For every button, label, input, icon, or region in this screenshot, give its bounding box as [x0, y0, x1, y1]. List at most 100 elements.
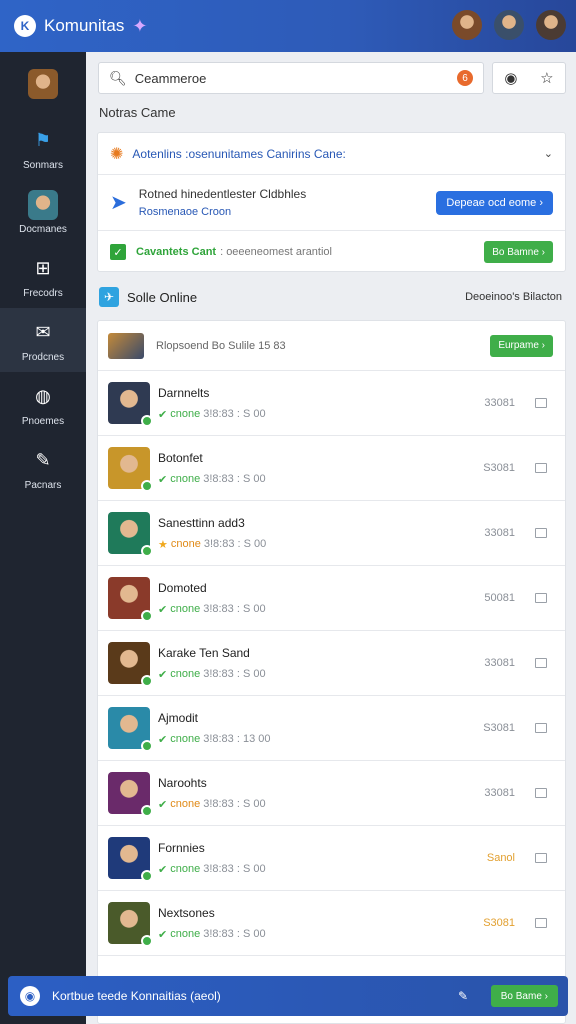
sidebar-item-docmanes[interactable]: Docmanes: [0, 180, 86, 244]
user-icon[interactable]: ◉: [20, 986, 40, 1006]
game-meta-label: cnone: [170, 928, 201, 940]
online-header: ✈ Solle Online Deoeinoo's Bilacton: [99, 286, 564, 308]
table-row[interactable]: Ajmodit ✔ cnone 3!8:83 : 13 00 S3081: [98, 696, 565, 761]
list-top-text: Rlopsoend Bo Sulile 15 83: [156, 339, 286, 352]
avatar: [28, 189, 58, 220]
row-checkbox[interactable]: [535, 463, 547, 473]
row-checkbox[interactable]: [535, 788, 547, 798]
game-meta: ✔ cnone 3!8:83 : S 00: [158, 798, 266, 811]
table-row[interactable]: Domoted ✔ cnone 3!8:83 : S 00 50081: [98, 566, 565, 631]
online-filter-link[interactable]: Deoeinoo's Bilacton: [465, 291, 562, 303]
tool-icon[interactable]: ✎: [458, 989, 468, 1003]
online-status-icon: [141, 545, 153, 557]
game-meta-text: 3!8:83 : S 00: [203, 863, 266, 875]
sidebar: ⚑ Sonmars Docmanes ⊞ Frecodrs ✉ Prodcnes ◍ Pnoem…: [0, 52, 86, 1024]
game-thumbnail: [108, 837, 153, 882]
sparkle-icon: ✦: [132, 15, 148, 36]
game-meta: ✔ cnone 3!8:83 : S 00: [158, 603, 266, 616]
table-row[interactable]: Sanesttinn add3 ★ cnone 3!8:83 : S 00 33081: [98, 501, 565, 566]
status-strong: Cavantets Cant: [136, 246, 217, 258]
table-row[interactable]: Botonfet ✔ cnone 3!8:83 : S 00 S3081: [98, 436, 565, 501]
row-checkbox[interactable]: [535, 658, 547, 668]
update-title: Rotned hinedentlester Cldbhles: [138, 187, 307, 201]
game-name: Sanesttinn add3: [158, 515, 245, 530]
game-name: Nextsones: [158, 905, 215, 920]
online-status-icon: [141, 740, 153, 752]
inbox-icon: ✉: [35, 322, 51, 342]
sidebar-item-prodcnes[interactable]: ✉ Prodcnes: [0, 308, 86, 372]
game-name: Ajmodit: [158, 710, 199, 725]
online-status-icon: [141, 805, 153, 817]
thumbnail-avatar: [108, 332, 144, 359]
search-bar[interactable]: 🔍︎ 6: [98, 62, 484, 94]
avatar[interactable]: [452, 10, 482, 40]
toolbar: ◉ ☆: [492, 62, 566, 94]
sidebar-item-label: Sonmars: [22, 159, 63, 171]
sidebar-item-pacnars[interactable]: ✎ Pacnars: [0, 436, 86, 500]
game-meta-text: 3!8:83 : S 00: [203, 668, 266, 680]
online-status-icon: [141, 415, 153, 427]
game-meta-label: cnone: [170, 863, 201, 875]
row-checkbox[interactable]: [535, 723, 547, 733]
star-icon[interactable]: ☆: [540, 69, 553, 87]
row-checkbox[interactable]: [535, 398, 547, 408]
game-meta-text: 3!8:83 : S 00: [203, 538, 267, 550]
check-icon: ✔: [158, 928, 168, 941]
game-meta-text: 3!8:83 : S 00: [203, 928, 266, 940]
list-top-button[interactable]: Eurpame ›: [490, 334, 553, 357]
row-checkbox[interactable]: [535, 528, 547, 538]
row-checkbox[interactable]: [535, 593, 547, 603]
check-icon: ✔: [158, 408, 168, 421]
avatar[interactable]: [536, 10, 566, 40]
check-icon: ✔: [158, 863, 168, 876]
game-score: S3081: [483, 462, 515, 474]
chevron-down-icon[interactable]: ⌄: [544, 147, 553, 160]
notice-row-status: ✓ Cavantets Cant : oeeeneomest arantiol …: [98, 231, 565, 273]
game-score: 33081: [484, 397, 515, 409]
game-meta: ✔ cnone 3!8:83 : S 00: [158, 928, 266, 941]
bottom-bar: ◉ Kortbue teede Konnaitias (aeol) ✎ Bo B…: [8, 976, 568, 1016]
tool-icon: ✎: [35, 450, 51, 470]
table-row[interactable]: Fornnies ✔ cnone 3!8:83 : S 00 Sanol: [98, 826, 565, 891]
game-meta-label: cnone: [170, 733, 201, 745]
notice-row-announcement[interactable]: ✺ Aotenlins :osenunitames Canirins Cane:…: [98, 133, 565, 175]
sidebar-item-pnoemes[interactable]: ◍ Pnoemes: [0, 372, 86, 436]
check-icon: ✔: [158, 473, 168, 486]
notification-icon[interactable]: 6: [457, 70, 473, 86]
bottom-bar-button[interactable]: Bo Bame ›: [490, 985, 558, 1007]
table-row[interactable]: Naroohts ✔ cnone 3!8:83 : S 00 33081: [98, 761, 565, 826]
game-meta: ✔ cnone 3!8:83 : S 00: [158, 408, 266, 421]
table-row[interactable]: Nextsones ✔ cnone 3!8:83 : S 00 S3081: [98, 891, 565, 956]
table-row[interactable]: Karake Ten Sand ✔ cnone 3!8:83 : S 00 33081: [98, 631, 565, 696]
game-meta-label: cnone: [170, 538, 201, 550]
game-thumbnail: [108, 902, 153, 947]
online-icon: ✈: [99, 287, 119, 307]
settings-icon[interactable]: ◉: [504, 69, 517, 87]
sidebar-item-frecodrs[interactable]: ⊞ Frecodrs: [0, 244, 86, 308]
game-thumbnail: [108, 382, 153, 427]
sidebar-item-label: Pnoemes: [21, 415, 65, 427]
update-button[interactable]: Depeae ocd eome ›: [436, 190, 553, 215]
row-checkbox[interactable]: [535, 853, 547, 863]
game-meta-text: 3!8:83 : S 00: [203, 603, 266, 615]
status-button[interactable]: Bo Bamne ›: [484, 241, 553, 263]
game-name: Fornnies: [158, 840, 205, 855]
list-top-row: Rlopsoend Bo Sulile 15 83 Eurpame ›: [98, 321, 565, 371]
brand-logo-icon[interactable]: K: [14, 15, 36, 37]
avatar[interactable]: [494, 10, 524, 40]
table-row[interactable]: Darnnelts ✔ cnone 3!8:83 : S 00 33081: [98, 371, 565, 436]
game-score: Sanol: [486, 852, 515, 864]
game-meta-text: 3!8:83 : S 00: [203, 473, 266, 485]
sidebar-item-label: Prodcnes: [21, 351, 65, 363]
game-name: Darnnelts: [158, 385, 210, 400]
sidebar-item-profile[interactable]: [0, 52, 86, 116]
row-checkbox[interactable]: [535, 918, 547, 928]
game-thumbnail: [108, 642, 153, 687]
game-name: Naroohts: [158, 775, 207, 790]
search-input[interactable]: [134, 70, 435, 86]
sidebar-item-sonmars[interactable]: ⚑ Sonmars: [0, 116, 86, 180]
game-score: 50081: [484, 592, 515, 604]
avatar: [28, 69, 58, 99]
notice-card: ✺ Aotenlins :osenunitames Canirins Cane:…: [97, 132, 566, 272]
update-subtitle[interactable]: Rosmenaoe Croon: [139, 206, 306, 218]
